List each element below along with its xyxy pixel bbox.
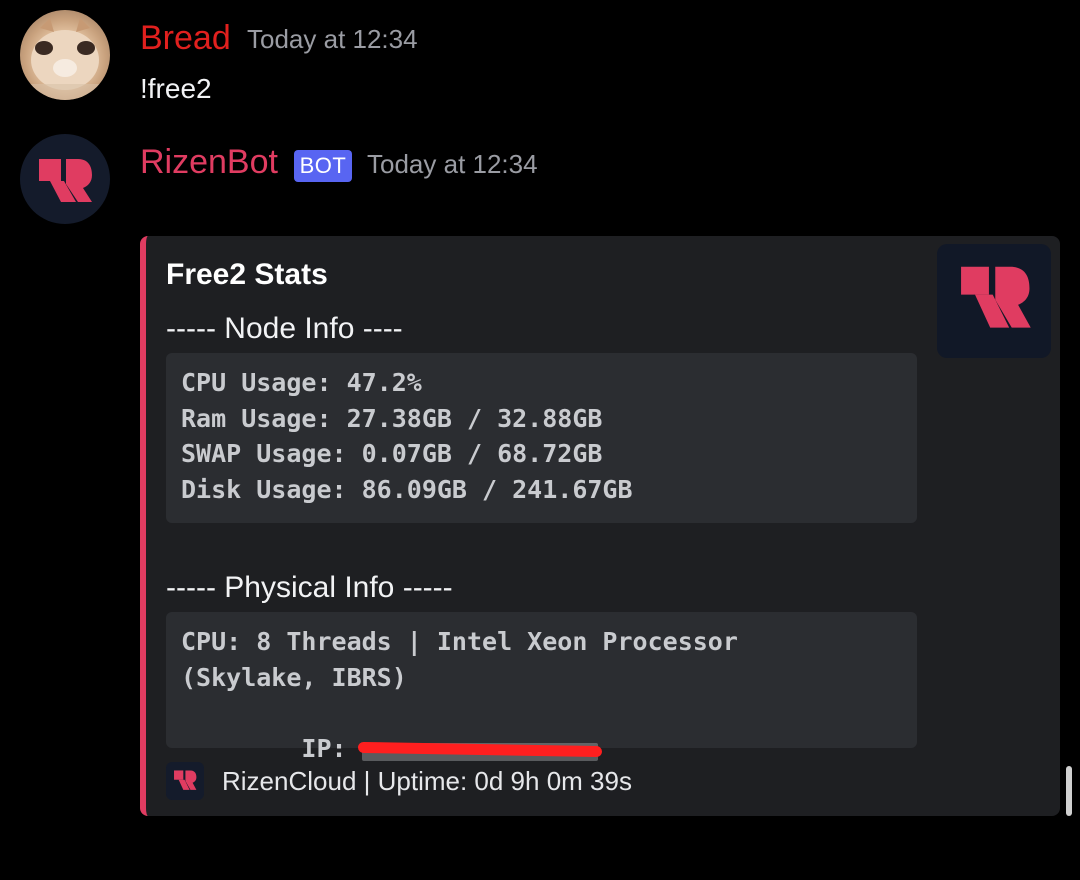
node-info-heading: ----- Node Info ---- xyxy=(166,312,403,345)
ram-usage-line: Ram Usage: 27.38GB / 32.88GB xyxy=(181,403,603,433)
message-rizenbot: RizenBot BOT Today at 12:34 Free2 Stats … xyxy=(0,0,1080,846)
bot-badge: BOT xyxy=(294,150,352,182)
ip-label: IP: xyxy=(301,733,362,763)
cpu-usage-line: CPU Usage: 47.2% xyxy=(181,368,422,397)
rizen-logo-icon xyxy=(961,266,1031,328)
physical-info-codeblock: CPU: 8 Threads | Intel Xeon Processor (S… xyxy=(166,612,917,763)
embed-footer: RizenCloud | Uptime: 0d 9h 0m 39s xyxy=(222,766,632,796)
embed-title: Free2 Stats xyxy=(166,258,328,291)
redacted-ip xyxy=(357,738,602,762)
bot-avatar[interactable] xyxy=(20,134,110,224)
physical-info-heading: ----- Physical Info ----- xyxy=(166,571,453,604)
username-rizenbot[interactable]: RizenBot xyxy=(140,142,278,182)
footer-icon xyxy=(166,762,204,800)
node-info-codeblock: CPU Usage: 47.2% Ram Usage: 27.38GB / 32… xyxy=(166,353,917,523)
stats-embed: Free2 Stats ----- Node Info ---- CPU Usa… xyxy=(140,236,1060,816)
cpu-model-line: (Skylake, IBRS) xyxy=(181,662,407,692)
rizen-logo-icon xyxy=(174,770,197,790)
disk-usage-line: Disk Usage: 86.09GB / 241.67GB xyxy=(181,474,633,504)
message-timestamp: Today at 12:34 xyxy=(367,149,538,179)
scrollbar-thumb[interactable] xyxy=(1066,766,1072,816)
embed-thumbnail[interactable] xyxy=(937,244,1051,358)
cpu-threads-line: CPU: 8 Threads | Intel Xeon Processor xyxy=(181,627,738,656)
rizen-logo-icon xyxy=(39,159,92,202)
swap-usage-line: SWAP Usage: 0.07GB / 68.72GB xyxy=(181,439,603,468)
